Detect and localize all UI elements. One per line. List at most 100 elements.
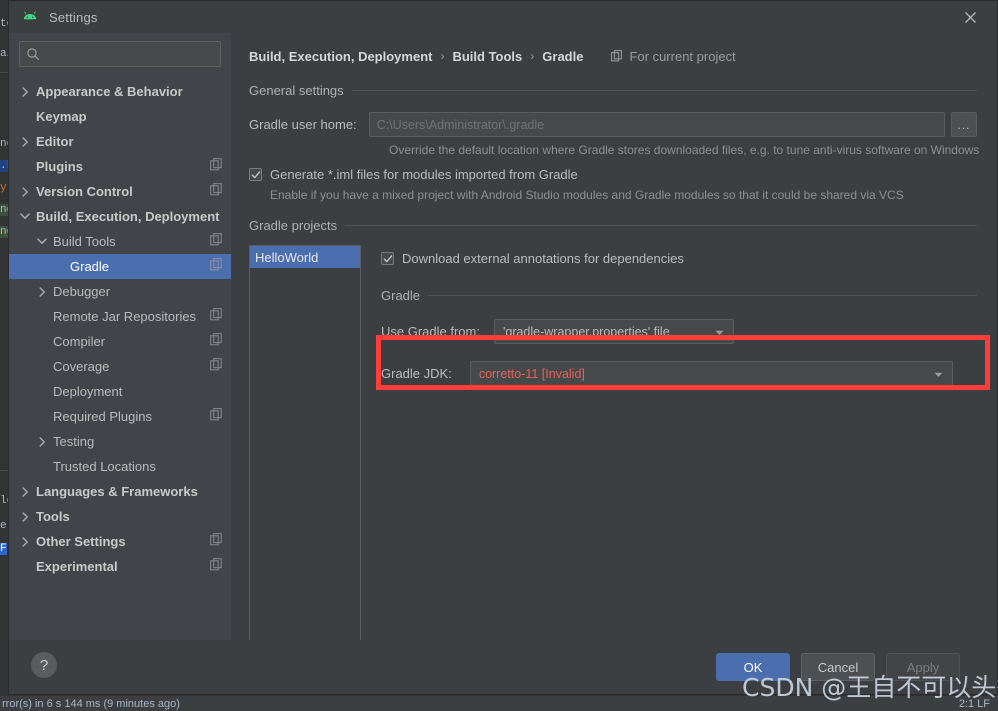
ide-caret-position: 2:1 LF <box>958 698 990 710</box>
sidebar-item-testing[interactable]: Testing <box>9 429 231 454</box>
search-box[interactable] <box>19 41 221 67</box>
sidebar-item-remote-jar-repositories[interactable]: Remote Jar Repositories <box>9 304 231 329</box>
breadcrumb-item-0[interactable]: Build, Execution, Deployment <box>249 49 432 64</box>
gradle-user-home-placeholder: C:\Users\Administrator\.gradle <box>376 117 545 132</box>
chevron-down-icon[interactable] <box>19 211 31 223</box>
ok-button[interactable]: OK <box>716 653 790 681</box>
generate-iml-checkbox[interactable] <box>249 168 262 181</box>
gradle-user-home-input[interactable]: C:\Users\Administrator\.gradle <box>368 112 946 137</box>
sidebar-item-build-execution-deployment[interactable]: Build, Execution, Deployment <box>9 204 231 229</box>
breadcrumb-separator: › <box>440 49 445 63</box>
section-divider <box>345 225 977 226</box>
gradle-project-list[interactable]: HelloWorld <box>249 245 361 640</box>
sidebar-item-gradle[interactable]: Gradle <box>9 254 231 279</box>
sidebar-item-other-settings[interactable]: Other Settings <box>9 529 231 554</box>
sidebar-item-coverage[interactable]: Coverage <box>9 354 231 379</box>
dialog-footer: ? OK Cancel Apply <box>9 640 997 694</box>
download-annotations-row[interactable]: Download external annotations for depend… <box>381 251 977 266</box>
gradle-user-home-browse-button[interactable]: ... <box>951 112 977 137</box>
section-divider <box>351 90 977 91</box>
chevron-right-icon[interactable] <box>36 286 48 298</box>
sidebar-item-keymap[interactable]: Keymap <box>9 104 231 129</box>
copy-icon <box>210 332 222 345</box>
gradle-jdk-label: Gradle JDK: <box>381 366 452 381</box>
section-divider <box>428 295 977 296</box>
gradle-jdk-value: corretto-11 [Invalid] <box>478 366 585 381</box>
copy-icon <box>210 157 223 176</box>
apply-button[interactable]: Apply <box>886 653 960 681</box>
sidebar-item-label: Compiler <box>53 334 106 349</box>
sidebar-item-appearance-behavior[interactable]: Appearance & Behavior <box>9 79 231 104</box>
ide-code-fragment: F <box>0 543 7 555</box>
generate-iml-row[interactable]: Generate *.iml files for modules importe… <box>249 167 977 182</box>
use-gradle-from-dropdown[interactable]: 'gradle-wrapper.properties' file <box>493 319 734 344</box>
dialog-title-bar: Settings <box>9 1 997 33</box>
chevron-right-icon[interactable] <box>19 511 31 523</box>
sidebar-item-label: Required Plugins <box>53 409 153 424</box>
sidebar-item-tools[interactable]: Tools <box>9 504 231 529</box>
chevron-down-icon <box>710 323 729 341</box>
sidebar-item-compiler[interactable]: Compiler <box>9 329 231 354</box>
gradle-jdk-dropdown[interactable]: corretto-11 [Invalid] <box>469 361 953 386</box>
chevron-right-icon[interactable] <box>19 86 31 98</box>
sidebar-item-label: Editor <box>36 134 74 149</box>
sidebar-item-required-plugins[interactable]: Required Plugins <box>9 404 231 429</box>
copy-icon <box>210 257 222 270</box>
sidebar-item-build-tools[interactable]: Build Tools <box>9 229 231 254</box>
copy-icon <box>210 232 223 251</box>
gradle-user-home-label: Gradle user home: <box>249 117 357 132</box>
sidebar-item-languages-frameworks[interactable]: Languages & Frameworks <box>9 479 231 504</box>
sidebar-item-label: Languages & Frameworks <box>36 484 198 499</box>
close-icon[interactable] <box>957 4 983 30</box>
chevron-right-icon[interactable] <box>19 536 31 548</box>
chevron-right-icon[interactable] <box>19 486 31 498</box>
ide-status-bar: rror(s) in 6 s 144 ms (9 minutes ago) 2:… <box>0 695 998 711</box>
cancel-button[interactable]: Cancel <box>801 653 875 681</box>
sidebar-item-plugins[interactable]: Plugins <box>9 154 231 179</box>
gradle-projects-area: HelloWorld Download external annotations… <box>249 245 977 640</box>
search-input[interactable] <box>44 47 214 61</box>
help-button[interactable]: ? <box>31 652 57 678</box>
sidebar-item-label: Deployment <box>53 384 123 399</box>
general-settings-label: General settings <box>249 83 344 98</box>
chevron-right-icon[interactable] <box>19 136 31 148</box>
gradle-project-detail: Download external annotations for depend… <box>361 245 977 640</box>
generate-iml-hint: Enable if you have a mixed project with … <box>270 188 904 202</box>
copy-icon <box>210 232 222 245</box>
sidebar-item-label: Trusted Locations <box>53 459 156 474</box>
dialog-title: Settings <box>49 9 98 25</box>
gradle-jdk-row: Gradle JDK: corretto-11 [Invalid] <box>381 361 977 386</box>
for-current-project-label: For current project <box>629 48 736 64</box>
search-container <box>9 37 231 77</box>
gradle-user-home-hint: Override the default location where Grad… <box>389 143 980 157</box>
sidebar-item-version-control[interactable]: Version Control <box>9 179 231 204</box>
breadcrumb-item-1[interactable]: Build Tools <box>452 49 522 64</box>
copy-icon <box>611 50 623 62</box>
sidebar-item-deployment[interactable]: Deployment <box>9 379 231 404</box>
sidebar-item-experimental[interactable]: Experimental <box>9 554 231 579</box>
sidebar-item-editor[interactable]: Editor <box>9 129 231 154</box>
copy-icon <box>210 332 223 351</box>
sidebar-item-label: Keymap <box>36 109 87 124</box>
list-item[interactable]: HelloWorld <box>250 246 360 268</box>
download-annotations-checkbox[interactable] <box>381 252 394 265</box>
sidebar-item-trusted-locations[interactable]: Trusted Locations <box>9 454 231 479</box>
ide-code-fragment: e <box>0 520 7 532</box>
gradle-projects-section-header: Gradle projects <box>249 218 977 233</box>
gradle-subsection-label: Gradle <box>381 288 421 303</box>
sidebar-item-debugger[interactable]: Debugger <box>9 279 231 304</box>
chevron-right-icon[interactable] <box>19 186 31 198</box>
gradle-user-home-row: Gradle user home: C:\Users\Administrator… <box>249 112 977 137</box>
copy-icon <box>210 532 223 551</box>
ide-code-fragment: y <box>0 182 7 194</box>
chevron-down-icon[interactable] <box>36 236 48 248</box>
gradle-projects-label: Gradle projects <box>249 218 338 233</box>
chevron-right-icon[interactable] <box>36 436 48 448</box>
